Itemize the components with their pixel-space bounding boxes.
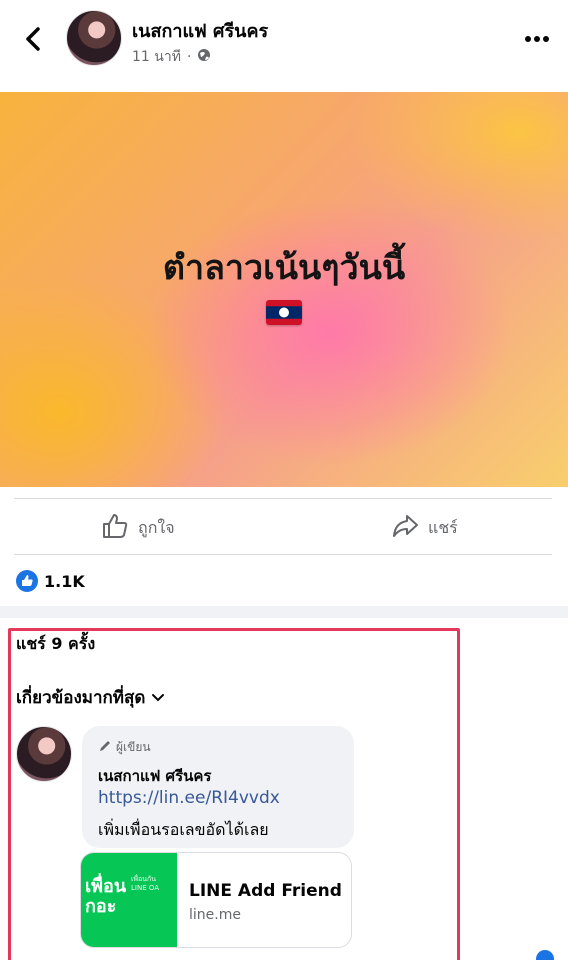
reaction-icon-partial — [536, 950, 554, 960]
more-options-icon[interactable] — [520, 26, 554, 52]
divider — [14, 554, 552, 555]
thumbnail-fine-print: เพื่อนกัน LINE OA — [131, 875, 160, 892]
reaction-count: 1.1K — [44, 571, 85, 591]
like-label: ถูกใจ — [138, 517, 175, 537]
globe-icon — [197, 48, 211, 66]
author-badge-label: ผู้เขียน — [116, 740, 151, 754]
thumbnail-text: เพื่อน กอะ — [85, 876, 127, 917]
like-reaction-icon — [16, 570, 38, 592]
link-preview-title: LINE Add Friend — [189, 881, 342, 901]
comment-text: เพิ่มเพื่อนรอเลขอัดได้เลย — [98, 820, 269, 839]
post-screen: เนสกาแฟ ศรีนคร 11 นาที · ตำลาวเน้นๆวันนี… — [0, 0, 568, 960]
share-count[interactable]: แชร์ 9 ครั้ง — [16, 632, 95, 657]
post-time[interactable]: 11 นาที — [132, 46, 181, 68]
comment-sort-dropdown[interactable]: เกี่ยวข้องมากที่สุด — [16, 684, 165, 711]
comment-link[interactable]: https://lin.ee/RI4vvdx — [98, 788, 280, 808]
link-preview-domain: line.me — [189, 907, 241, 923]
chevron-down-icon — [151, 688, 165, 708]
meta-separator: · — [186, 49, 192, 65]
post-meta: 11 นาที · — [132, 46, 211, 68]
post-background-text: ตำลาวเน้นๆวันนี้ — [0, 92, 568, 487]
author-avatar[interactable] — [66, 10, 122, 66]
divider — [14, 498, 552, 499]
thumbs-up-icon — [100, 511, 130, 545]
section-separator — [0, 606, 568, 618]
sort-label: เกี่ยวข้องมากที่สุด — [16, 688, 146, 708]
commenter-name[interactable]: เนสกาแฟ ศรีนคร — [98, 764, 211, 788]
post-header: เนสกาแฟ ศรีนคร 11 นาที · — [0, 0, 568, 76]
share-label: แชร์ — [428, 517, 458, 537]
commenter-avatar[interactable] — [16, 726, 72, 782]
author-badge: ผู้เขียน — [98, 738, 151, 757]
comment-bubble: ผู้เขียน เนสกาแฟ ศรีนคร https://lin.ee/R… — [82, 726, 354, 848]
author-name[interactable]: เนสกาแฟ ศรีนคร — [132, 16, 268, 45]
laos-flag-icon — [266, 300, 302, 325]
pencil-icon — [98, 739, 112, 756]
link-preview-thumbnail: เพื่อน กอะ เพื่อนกัน LINE OA — [81, 853, 177, 947]
reaction-summary[interactable]: 1.1K — [16, 570, 85, 592]
share-button[interactable]: แชร์ — [390, 506, 458, 550]
post-text: ตำลาวเน้นๆวันนี้ — [162, 248, 406, 288]
link-preview-card[interactable]: เพื่อน กอะ เพื่อนกัน LINE OA LINE Add Frie… — [80, 852, 352, 948]
like-button[interactable]: ถูกใจ — [100, 506, 175, 550]
share-arrow-icon — [390, 511, 420, 545]
back-icon[interactable] — [20, 22, 50, 56]
